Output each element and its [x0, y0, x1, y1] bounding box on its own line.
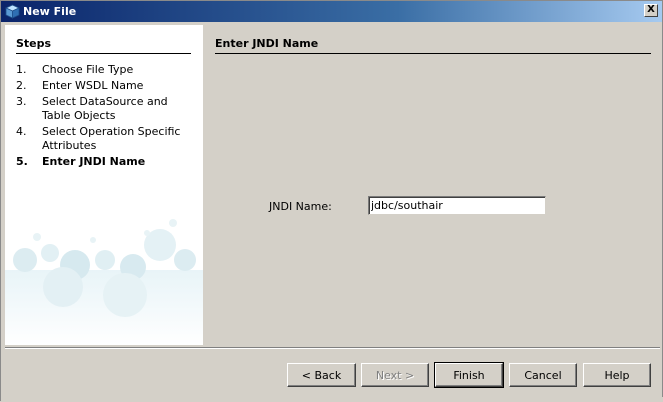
- step-label: Enter WSDL Name: [42, 79, 144, 92]
- step-item: 3. Select DataSource and Table Objects: [16, 95, 196, 123]
- next-button[interactable]: Next >: [361, 363, 429, 387]
- step-number: 3.: [16, 95, 27, 108]
- close-button[interactable]: X: [644, 4, 658, 17]
- jndi-name-input[interactable]: [368, 196, 546, 215]
- bottom-edge: [1, 397, 663, 402]
- close-icon: X: [647, 4, 655, 15]
- steps-panel: Steps 1. Choose File Type 2. Enter WSDL …: [5, 25, 203, 345]
- back-button[interactable]: < Back: [287, 363, 356, 387]
- title-bar[interactable]: New File X: [1, 1, 662, 22]
- step-number: 1.: [16, 63, 27, 76]
- step-label: Enter JNDI Name: [42, 155, 146, 168]
- content-panel: Enter JNDI Name JNDI Name:: [203, 25, 660, 345]
- finish-button[interactable]: Finish: [434, 362, 504, 388]
- cancel-button[interactable]: Cancel: [509, 363, 577, 387]
- step-item: 4. Select Operation Specific Attributes: [16, 125, 196, 153]
- steps-heading: Steps: [16, 37, 191, 54]
- step-label: Choose File Type: [42, 63, 134, 76]
- step-number: 5.: [16, 155, 28, 168]
- step-item: 2. Enter WSDL Name: [16, 79, 196, 93]
- jndi-name-label: JNDI Name:: [269, 200, 332, 213]
- step-label: Select Operation Specific Attributes: [42, 125, 181, 152]
- netbeans-cube-icon: [5, 4, 20, 19]
- window-title: New File: [23, 5, 77, 18]
- step-item: 1. Choose File Type: [16, 63, 196, 77]
- content-heading: Enter JNDI Name: [215, 37, 651, 54]
- step-number: 4.: [16, 125, 27, 138]
- button-separator: [5, 347, 660, 349]
- step-number: 2.: [16, 79, 27, 92]
- new-file-dialog: New File X Steps 1. Choose File Type 2. …: [0, 0, 663, 402]
- step-item-current: 5. Enter JNDI Name: [16, 155, 196, 169]
- step-label: Select DataSource and Table Objects: [42, 95, 168, 122]
- help-button[interactable]: Help: [583, 363, 651, 387]
- decorative-bubbles-image: [5, 219, 203, 345]
- steps-list: 1. Choose File Type 2. Enter WSDL Name 3…: [16, 63, 196, 171]
